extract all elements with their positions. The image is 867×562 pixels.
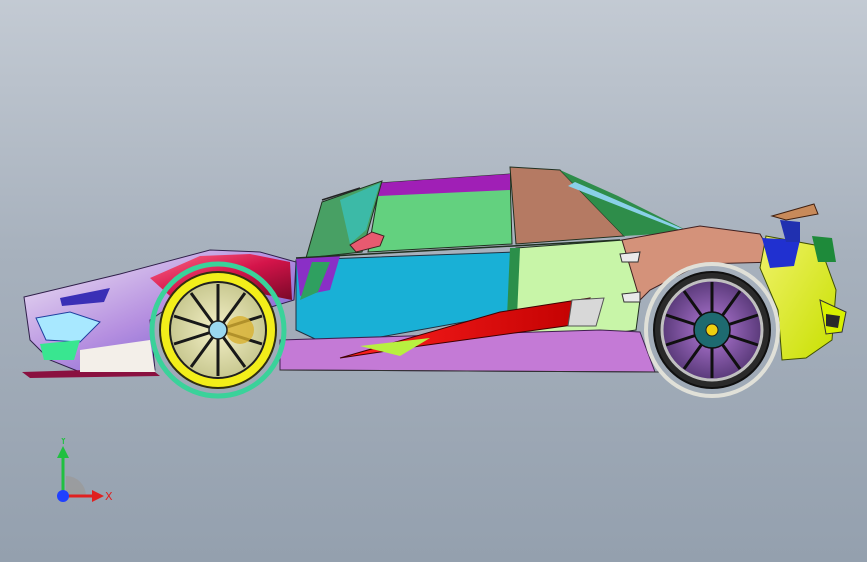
rear-wing	[770, 203, 819, 221]
car-part	[705, 323, 719, 337]
x-axis-label: X	[105, 490, 113, 503]
front-wheel	[149, 261, 287, 399]
fuel-cap	[619, 251, 641, 263]
rear-wheel	[644, 262, 780, 398]
y-axis-arrow	[57, 446, 69, 458]
rear-side-tab	[621, 291, 641, 303]
x-axis-arrow	[92, 490, 104, 502]
triad-quarter-disc	[66, 476, 86, 496]
car-3d-model[interactable]	[0, 0, 867, 562]
car-part	[226, 316, 254, 344]
z-axis-dot	[57, 490, 69, 502]
coordinate-triad: Y X	[57, 438, 113, 503]
cad-viewport[interactable]: Y X	[0, 0, 867, 562]
y-axis-label: Y	[59, 438, 67, 447]
exhaust-tip	[826, 314, 840, 328]
car-part	[208, 320, 228, 340]
